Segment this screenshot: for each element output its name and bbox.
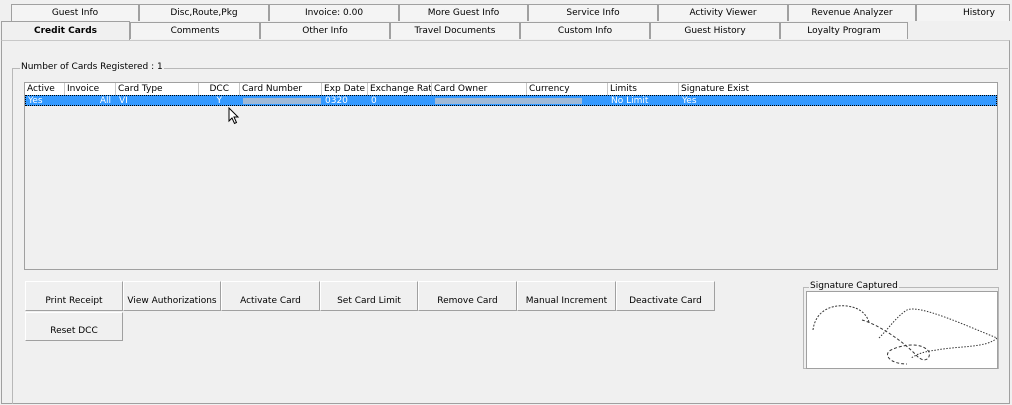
mouse-cursor-icon — [228, 107, 240, 125]
tab-row-bottom: Credit Cards Comments Other Info Travel … — [0, 21, 1012, 40]
cell-exp-date: 0320 — [325, 96, 348, 106]
tab-travel-documents[interactable]: Travel Documents — [390, 22, 520, 39]
tab-credit-cards[interactable]: Credit Cards — [1, 21, 130, 40]
currency-redacted — [523, 98, 582, 104]
tab-revenue-analyzer[interactable]: Revenue Analyzer — [788, 4, 916, 21]
col-dcc[interactable]: DCC — [199, 83, 240, 95]
tab-guest-history[interactable]: Guest History — [650, 22, 780, 39]
col-invoice[interactable]: Invoice — [65, 83, 116, 95]
tab-custom-info[interactable]: Custom Info — [520, 22, 650, 39]
cell-limits: No Limit — [611, 96, 649, 106]
set-card-limit-button[interactable]: Set Card Limit — [320, 281, 418, 311]
col-active[interactable]: Active — [25, 83, 65, 95]
col-signature-exist[interactable]: Signature Exist — [679, 83, 997, 95]
manual-increment-button[interactable]: Manual Increment — [517, 281, 616, 311]
signature-group-frame-left — [803, 287, 804, 369]
cell-invoice: All — [99, 96, 111, 106]
tab-comments[interactable]: Comments — [130, 22, 260, 39]
signature-captured-label: Signature Captured — [809, 281, 899, 291]
tab-activity-viewer[interactable]: Activity Viewer — [658, 4, 788, 21]
activate-card-button[interactable]: Activate Card — [221, 281, 320, 311]
cell-exchange-rate: 0 — [371, 96, 377, 106]
tab-loyalty-program[interactable]: Loyalty Program — [780, 22, 908, 39]
cards-registered-label: Number of Cards Registered : 1 — [20, 62, 164, 72]
col-exchange-rate[interactable]: Exchange Rate — [368, 83, 432, 95]
cell-signature-exist: Yes — [682, 96, 697, 106]
reset-dcc-button[interactable]: Reset DCC — [25, 312, 123, 341]
tab-history[interactable]: History — [916, 4, 1010, 21]
tab-service-info[interactable]: Service Info — [528, 4, 658, 21]
cell-card-type: VI — [119, 96, 128, 106]
card-number-redacted — [243, 98, 321, 104]
col-card-type[interactable]: Card Type — [116, 83, 199, 95]
remove-card-button[interactable]: Remove Card — [418, 281, 517, 311]
deactivate-card-button[interactable]: Deactivate Card — [616, 281, 715, 311]
col-limits[interactable]: Limits — [608, 83, 679, 95]
col-card-owner[interactable]: Card Owner — [432, 83, 527, 95]
credit-card-grid[interactable]: Active Invoice Card Type DCC Card Number… — [24, 82, 998, 270]
signature-group: Signature Captured — [803, 281, 999, 369]
tab-invoice[interactable]: Invoice: 0.00 — [269, 4, 399, 21]
print-receipt-button[interactable]: Print Receipt — [25, 281, 123, 311]
cards-group-frame-left — [12, 68, 13, 404]
cell-active: Yes — [28, 96, 43, 106]
tab-other-info[interactable]: Other Info — [260, 22, 390, 39]
col-card-number[interactable]: Card Number — [240, 83, 322, 95]
tab-disc-route-pkg[interactable]: Disc,Route,Pkg — [139, 4, 269, 21]
tab-row-top: Guest Info Disc,Route,Pkg Invoice: 0.00 … — [0, 4, 1012, 22]
col-exp-date[interactable]: Exp Date — [322, 83, 368, 95]
tab-more-guest-info[interactable]: More Guest Info — [399, 4, 528, 21]
card-owner-redacted — [435, 98, 525, 104]
view-authorizations-button[interactable]: View Authorizations — [123, 281, 221, 311]
signature-image — [806, 291, 998, 369]
table-row[interactable]: Yes All VI Y 0320 0 No Limit Yes — [25, 95, 997, 106]
tab-guest-info[interactable]: Guest Info — [11, 4, 139, 21]
signature-group-frame-right — [998, 287, 999, 369]
col-currency[interactable]: Currency — [527, 83, 608, 95]
cell-dcc: Y — [216, 96, 223, 106]
